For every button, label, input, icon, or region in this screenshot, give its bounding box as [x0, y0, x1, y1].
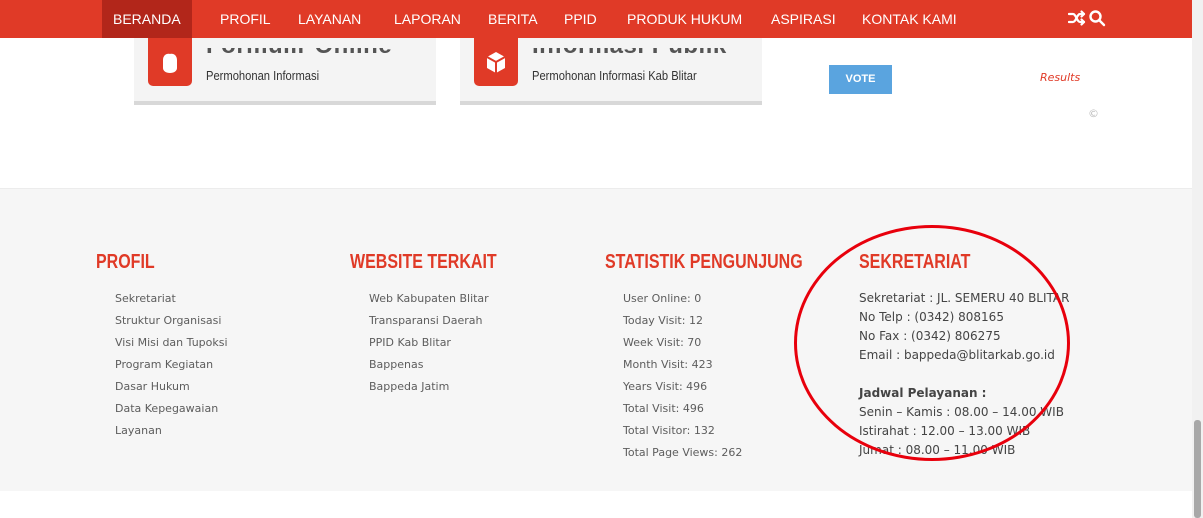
footer-profil-title: PROFIL [96, 251, 155, 273]
nav-beranda[interactable]: BERANDA [102, 0, 192, 38]
footer-link[interactable]: Data Kepegawaian [115, 398, 228, 420]
stat-item: User Online: 0 [623, 292, 702, 305]
card-subtitle: Permohonan Informasi Kab Blitar [532, 68, 697, 83]
vote-button[interactable]: VOTE [829, 65, 892, 94]
footer-link[interactable]: Layanan [115, 420, 228, 442]
card-subtitle: Permohonan Informasi [206, 68, 320, 83]
footer-link[interactable]: Bappenas [369, 354, 489, 376]
footer-link[interactable]: Visi Misi dan Tupoksi [115, 332, 228, 354]
copyright-mark: © [1088, 107, 1099, 120]
nav-kontak-kami[interactable]: KONTAK KAMI [862, 0, 957, 38]
stat-item: Month Visit: 423 [623, 358, 713, 371]
footer-link[interactable]: Sekretariat [115, 288, 228, 310]
footer-profil-links: Sekretariat Struktur Organisasi Visi Mis… [115, 288, 228, 442]
results-link[interactable]: Results [1040, 71, 1080, 84]
footer-link[interactable]: PPID Kab Blitar [369, 332, 489, 354]
nav-ppid[interactable]: PPID [564, 0, 597, 38]
stat-item: Total Page Views: 262 [623, 446, 743, 459]
card-formulir-online[interactable]: Formulir Online Permohonan Informasi [134, 38, 436, 105]
main-navbar: BERANDA PROFIL LAYANAN LAPORAN BERITA PP… [0, 0, 1192, 38]
nav-aspirasi[interactable]: ASPIRASI [771, 0, 836, 38]
footer-website-title: WEBSITE TERKAIT [350, 251, 497, 273]
stat-item: Total Visitor: 132 [623, 424, 715, 437]
footer-link[interactable]: Dasar Hukum [115, 376, 228, 398]
footer-statistik-list: User Online: 0 Today Visit: 12 Week Visi… [623, 288, 742, 464]
search-icon[interactable] [1088, 9, 1106, 27]
footer-website-links: Web Kabupaten Blitar Transparansi Daerah… [369, 288, 489, 398]
stat-item: Total Visit: 496 [623, 402, 704, 415]
nav-berita[interactable]: BERITA [488, 0, 538, 38]
stat-item: Years Visit: 496 [623, 380, 708, 393]
nav-produk-hukum[interactable]: PRODUK HUKUM [627, 0, 742, 38]
shuffle-icon[interactable] [1067, 9, 1086, 27]
card-informasi-publik[interactable]: Informasi Publik Permohonan Informasi Ka… [460, 38, 762, 105]
card-title: Informasi Publik [532, 48, 727, 60]
footer-link[interactable]: Program Kegiatan [115, 354, 228, 376]
nav-profil[interactable]: PROFIL [220, 0, 271, 38]
apple-icon [148, 38, 192, 86]
page: Formulir Online Permohonan Informasi Inf… [0, 0, 1192, 518]
footer-statistik-title: STATISTIK PENGUNJUNG [605, 251, 803, 273]
card-title: Formulir Online [206, 48, 392, 60]
cube-icon [474, 38, 518, 86]
nav-laporan[interactable]: LAPORAN [394, 0, 461, 38]
footer-link[interactable]: Transparansi Daerah [369, 310, 489, 332]
annotation-circle [794, 225, 1070, 461]
footer-link[interactable]: Struktur Organisasi [115, 310, 228, 332]
footer-link[interactable]: Bappeda Jatim [369, 376, 489, 398]
stat-item: Today Visit: 12 [623, 314, 703, 327]
scrollbar[interactable] [1192, 0, 1203, 518]
stat-item: Week Visit: 70 [623, 336, 702, 349]
footer-link[interactable]: Web Kabupaten Blitar [369, 288, 489, 310]
nav-layanan[interactable]: LAYANAN [298, 0, 361, 38]
scrollbar-thumb[interactable] [1194, 420, 1201, 518]
